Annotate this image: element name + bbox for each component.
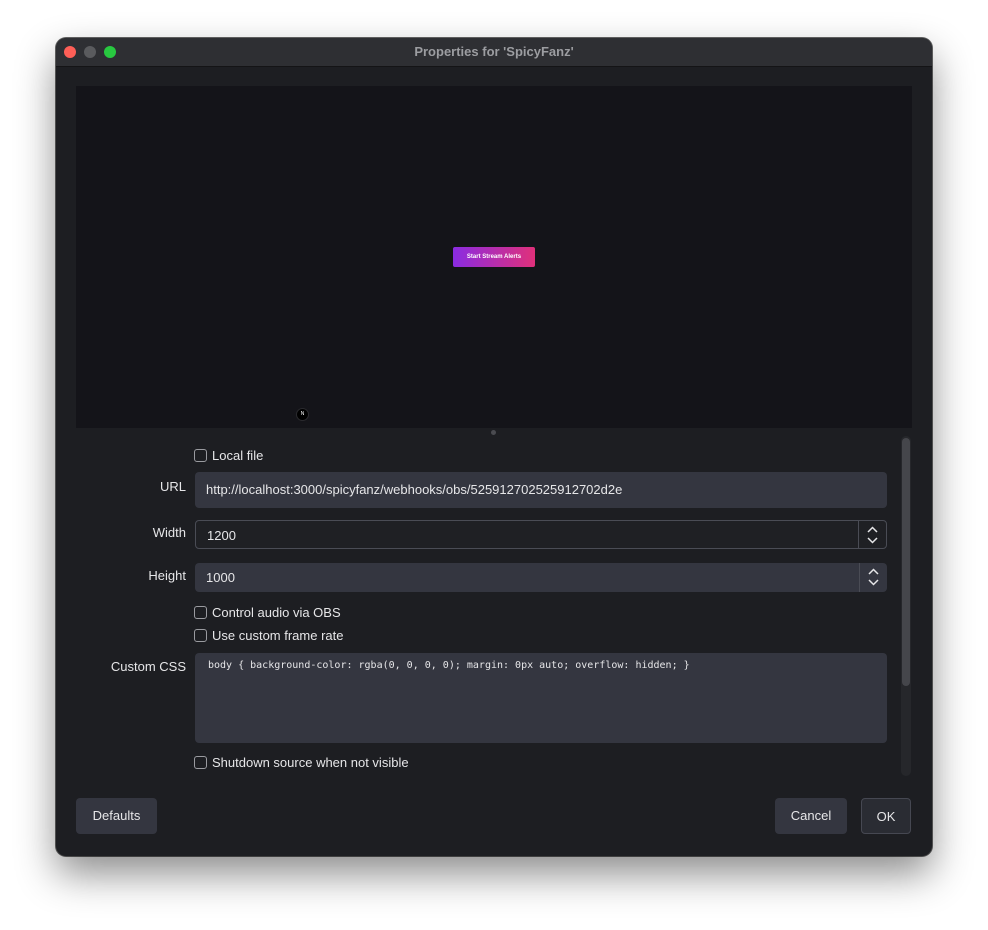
url-input[interactable]: http://localhost:3000/spicyfanz/webhooks…: [195, 472, 887, 508]
height-spinbox[interactable]: 1000: [195, 563, 887, 592]
defaults-button[interactable]: Defaults: [76, 798, 157, 834]
scrollbar-thumb[interactable]: [902, 438, 910, 686]
width-stepper[interactable]: [858, 521, 886, 548]
window-title: Properties for 'SpicyFanz': [414, 44, 574, 59]
local-file-label: Local file: [212, 447, 264, 463]
properties-scrollbar[interactable]: [901, 436, 911, 776]
custom-css-label: Custom CSS: [110, 659, 186, 674]
preview-badge-icon: N: [296, 408, 309, 421]
width-value: 1200: [207, 528, 236, 543]
ok-button[interactable]: OK: [861, 798, 911, 834]
control-audio-label: Control audio via OBS: [212, 604, 341, 620]
height-stepper[interactable]: [859, 563, 887, 592]
custom-frame-rate-checkbox[interactable]: [194, 628, 207, 642]
shutdown-source-checkbox[interactable]: [194, 755, 207, 769]
shutdown-source-checkbox-row[interactable]: Shutdown source when not visible: [194, 754, 409, 770]
properties-dialog: Properties for 'SpicyFanz' Start Stream …: [56, 38, 932, 856]
height-value: 1000: [206, 570, 235, 585]
width-label: Width: [152, 525, 186, 540]
chevron-up-icon[interactable]: [867, 526, 878, 533]
control-audio-checkbox-row[interactable]: Control audio via OBS: [194, 604, 341, 620]
control-audio-checkbox[interactable]: [194, 605, 207, 619]
title-bar[interactable]: Properties for 'SpicyFanz': [56, 38, 932, 67]
chevron-down-icon[interactable]: [868, 579, 879, 586]
splitter-handle[interactable]: [491, 430, 496, 435]
cancel-button[interactable]: Cancel: [775, 798, 847, 834]
custom-css-textarea[interactable]: body { background-color: rgba(0, 0, 0, 0…: [195, 653, 887, 743]
height-label: Height: [148, 568, 186, 583]
local-file-checkbox-row[interactable]: Local file: [194, 447, 263, 463]
chevron-up-icon[interactable]: [868, 568, 879, 575]
browser-source-preview: Start Stream Alerts N: [76, 86, 912, 428]
width-spinbox[interactable]: 1200: [195, 520, 887, 549]
chevron-down-icon[interactable]: [867, 537, 878, 544]
shutdown-source-label: Shutdown source when not visible: [212, 754, 409, 770]
custom-frame-rate-label: Use custom frame rate: [212, 627, 344, 643]
custom-frame-rate-checkbox-row[interactable]: Use custom frame rate: [194, 627, 344, 643]
start-stream-alerts-button[interactable]: Start Stream Alerts: [453, 247, 535, 267]
url-label: URL: [159, 479, 186, 494]
local-file-checkbox[interactable]: [194, 448, 207, 462]
